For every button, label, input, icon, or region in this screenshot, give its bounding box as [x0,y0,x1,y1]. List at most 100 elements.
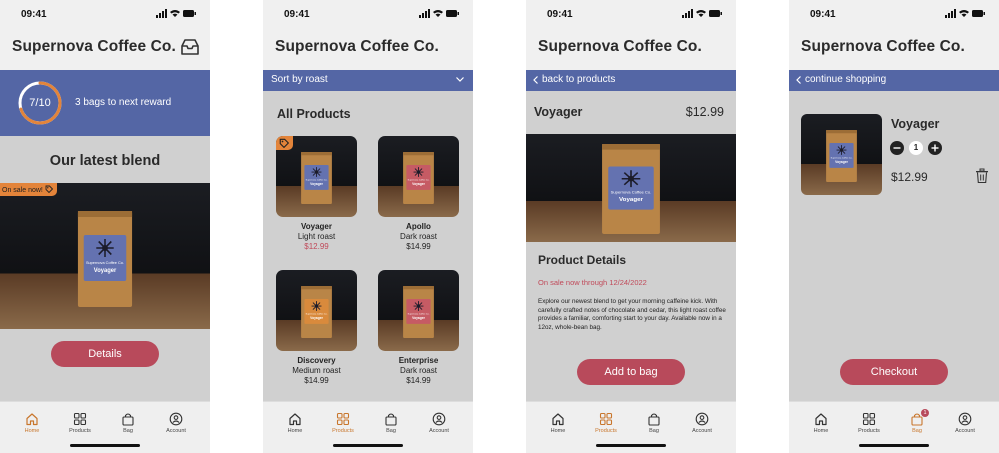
nav-products[interactable]: Products [586,412,626,434]
minus-icon [893,147,901,149]
product-name: Apollo [406,222,431,231]
trash-icon[interactable] [975,168,989,184]
bag-name-text: Voyager [310,316,323,320]
details-button[interactable]: Details [51,341,159,367]
nav-account[interactable]: Account [682,412,722,434]
bottom-nav: Home Products Bag Account [263,401,473,453]
bag-brand-text: Supernova Coffee Co. [86,260,124,265]
status-icons [682,9,722,18]
product-card[interactable]: Supernova Coffee Co. Voyager Voyager Ligh… [276,136,357,251]
account-icon [958,412,972,426]
nav-home[interactable]: Home [538,412,578,434]
back-link[interactable]: back to products [526,70,736,91]
product-thumbnail: Supernova Coffee Co. Voyager [276,136,357,217]
nav-bag-label: Bag [912,428,922,434]
plus-icon [931,144,939,152]
nav-bag[interactable]: Bag [371,412,411,434]
bag-screen: 09:41 Supernova Coffee Co. continue shop… [789,0,999,453]
coffee-bag-graphic: Supernova Coffee Co.Voyager [826,130,857,182]
increase-quantity-button[interactable] [928,141,942,155]
product-grid-section: All Products Supernova Coffee Co. Voyager… [263,91,473,401]
account-icon [695,412,709,426]
rewards-banner[interactable]: 7/10 3 bags to next reward [0,70,210,136]
coffee-bag-image: Supernova Coffee Co. Voyager [76,211,134,312]
quantity-stepper: 1 [890,139,950,157]
nav-bag[interactable]: 1 Bag [897,409,937,434]
continue-shopping-link[interactable]: continue shopping [789,70,999,91]
nav-bag-label: Bag [649,428,659,434]
sort-dropdown[interactable]: Sort by roast [263,70,473,91]
app-header: Supernova Coffee Co. [0,28,210,70]
bag-icon [122,413,134,426]
bag-name-text: Voyager [835,160,848,164]
nav-account[interactable]: Account [419,412,459,434]
app-title: Supernova Coffee Co. [801,38,965,55]
featured-product-image[interactable]: Supernova Coffee Co. Voyager [0,183,210,329]
nav-home[interactable]: Home [12,412,52,434]
nav-account-label: Account [429,428,449,434]
product-name: Enterprise [398,356,439,365]
product-roast: Medium roast [292,366,341,375]
home-indicator [596,444,666,447]
nav-home[interactable]: Home [801,412,841,434]
nav-bag[interactable]: Bag [108,412,148,434]
bag-brand-text: Supernova Coffee Co. [611,190,652,195]
home-icon [815,413,827,426]
nav-home-label: Home [813,428,829,434]
home-icon [26,413,38,426]
status-icons [156,9,196,18]
nav-products[interactable]: Products [323,412,363,434]
product-card[interactable]: Supernova Coffee Co. Voyager Apollo Dark … [378,136,459,251]
bag-brand-text: Supernova Coffee Co. [306,314,328,316]
product-price: $12.99 [685,105,724,119]
coffee-bag-image: Supernova Coffee Co. Voyager [300,286,333,340]
quantity-value: 1 [909,141,923,155]
home-icon [289,413,301,426]
product-card[interactable]: Supernova Coffee Co. Voyager Enterprise D… [378,270,459,385]
nav-account[interactable]: Account [156,412,196,434]
coffee-bag-graphic: Supernova Coffee Co. Voyager [77,211,133,307]
products-icon [73,412,87,426]
product-name: Voyager [534,105,583,119]
nav-products-label: Products [595,428,617,434]
nav-products-label: Products [332,428,354,434]
bag-brand-text: Supernova Coffee Co. [831,158,853,160]
nav-home-label: Home [287,428,303,434]
products-screen: 09:41 Supernova Coffee Co. Sort by roast… [263,0,473,453]
nav-account[interactable]: Account [945,412,985,434]
app-title: Supernova Coffee Co. [12,38,176,55]
inbox-icon[interactable] [180,38,200,56]
app-header: Supernova Coffee Co. [789,28,999,70]
status-time: 09:41 [21,9,47,20]
tag-icon [279,138,289,148]
nav-home-label: Home [24,428,40,434]
decrease-quantity-button[interactable] [890,141,904,155]
product-roast: Dark roast [400,366,437,375]
bag-name-text: Voyager [94,268,117,274]
nav-bag[interactable]: Bag [634,412,674,434]
app-title: Supernova Coffee Co. [275,38,439,55]
add-to-bag-button[interactable]: Add to bag [577,359,685,385]
status-bar: 09:41 [526,0,736,28]
bag-item-thumbnail: Supernova Coffee Co. Voyager [801,114,882,195]
account-icon [432,412,446,426]
nav-products[interactable]: Products [849,412,889,434]
status-time: 09:41 [547,9,573,20]
nav-products[interactable]: Products [60,412,100,434]
nav-account-label: Account [692,428,712,434]
product-card[interactable]: Supernova Coffee Co. Voyager Discovery Me… [276,270,357,385]
checkout-button[interactable]: Checkout [840,359,948,385]
nav-bag-label: Bag [386,428,396,434]
nav-home-label: Home [550,428,566,434]
coffee-bag-graphic: Supernova Coffee Co.Voyager [403,286,434,338]
coffee-bag-graphic: Supernova Coffee Co.Voyager [403,152,434,204]
products-icon [862,412,876,426]
app-title: Supernova Coffee Co. [538,38,702,55]
product-roast: Light roast [297,232,336,241]
bag-content: Supernova Coffee Co. Voyager Voyager 1 $1… [789,91,999,401]
chevron-left-icon [796,76,801,84]
bag-item-price: $12.99 [891,170,928,184]
coffee-bag-image: Supernova Coffee Co. Voyager [300,152,333,206]
nav-home[interactable]: Home [275,412,315,434]
product-name: Discovery [297,356,336,365]
